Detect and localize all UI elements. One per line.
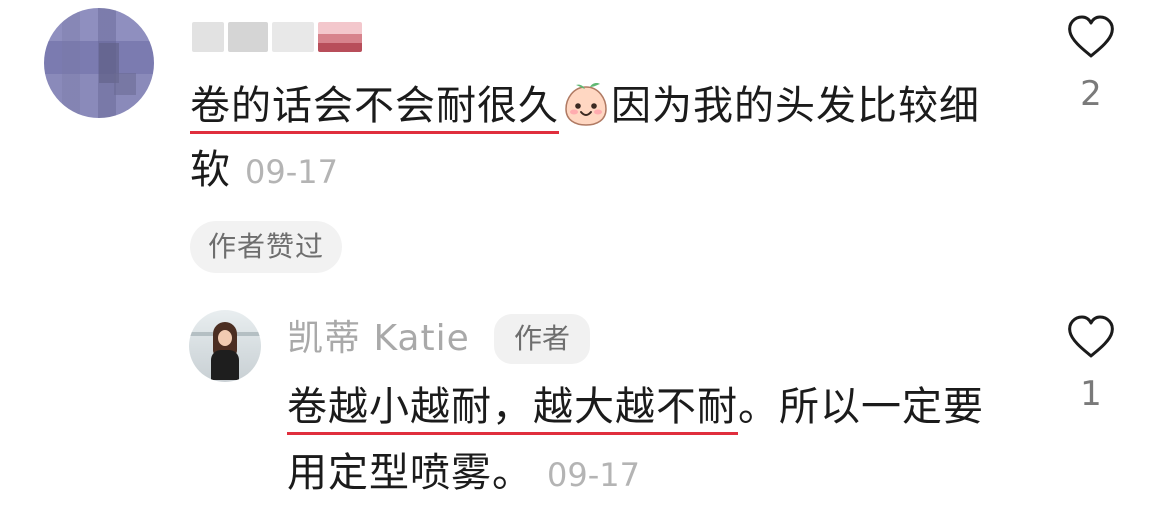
reply-text-underlined: 卷越小越耐，越大越不耐: [287, 384, 738, 435]
comment-text: 卷的话会不会耐很久 因为我的头发比较细软 09-17: [190, 74, 1010, 204]
like-count: 1: [1080, 374, 1102, 414]
reply-text: 卷越小越耐，越大越不耐。所以一定要用定型喷雾。 09-17: [287, 374, 1007, 508]
reply-time: 09-17: [547, 456, 640, 494]
reply-avatar[interactable]: [189, 310, 261, 382]
reply-username[interactable]: 凯蒂 Katie: [287, 316, 470, 362]
heart-outline-icon[interactable]: [1066, 14, 1116, 60]
author-tag: 作者: [494, 314, 591, 364]
smiling-peach-emoji: [565, 83, 607, 126]
heart-outline-icon[interactable]: [1066, 314, 1116, 360]
author-liked-badge: 作者赞过: [190, 221, 343, 273]
avatar[interactable]: [44, 8, 154, 118]
comment-time: 09-17: [245, 153, 338, 191]
username-blurred[interactable]: [192, 12, 374, 62]
comment-text-underlined: 卷的话会不会耐很久: [190, 83, 559, 134]
like-count: 2: [1080, 74, 1102, 114]
